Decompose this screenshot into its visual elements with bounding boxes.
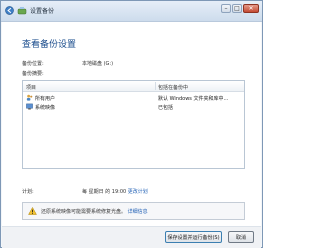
close-button[interactable]: ✕ xyxy=(243,4,259,13)
backup-location-value: 本地磁盘 (G:) xyxy=(82,61,114,67)
dialog-footer: 保存设置并运行备份(S) 取消 xyxy=(2,226,261,248)
title-bar[interactable]: 设置备份 – □ ✕ xyxy=(1,1,262,22)
list-item[interactable]: 系统映像 已包括 xyxy=(23,102,244,111)
page-title: 查看备份设置 xyxy=(22,40,77,50)
warning-icon xyxy=(28,207,37,215)
backup-app-icon xyxy=(17,7,27,15)
warning-message: 还原系统映像可能需要系统修复光盘。 详细信息 xyxy=(41,208,148,215)
cancel-button[interactable]: 取消 xyxy=(228,231,254,243)
save-and-run-backup-button[interactable]: 保存设置并运行备份(S) xyxy=(165,231,222,243)
change-schedule-link[interactable]: 更改计划 xyxy=(128,189,148,195)
backup-setup-window: 设置备份 – □ ✕ 查看备份设置 备份位置: 本地磁盘 (G:) 备份摘要: … xyxy=(0,0,263,248)
system-image-icon xyxy=(26,103,33,110)
warning-banner: 还原系统映像可能需要系统修复光盘。 详细信息 xyxy=(22,202,245,220)
column-divider[interactable] xyxy=(155,82,156,90)
window-controls: – □ ✕ xyxy=(221,4,259,13)
window-title: 设置备份 xyxy=(30,8,55,15)
list-header: 项目 包括在备份中 xyxy=(23,81,244,92)
list-item[interactable]: 所有用户 默认 Windows 文件夹和库中... xyxy=(23,93,244,102)
backup-summary-list[interactable]: 项目 包括在备份中 所有用户 默认 Windows 文件夹和库中... 系统映像… xyxy=(22,80,245,169)
schedule-label: 计划: xyxy=(22,189,34,195)
main-content: 查看备份设置 备份位置: 本地磁盘 (G:) 备份摘要: 项目 包括在备份中 所… xyxy=(2,22,261,226)
column-header-item[interactable]: 项目 xyxy=(26,84,36,91)
minimize-button[interactable]: – xyxy=(221,4,231,13)
list-item-name: 系统映像 xyxy=(35,105,56,111)
warning-text: 还原系统映像可能需要系统修复光盘。 xyxy=(41,209,127,215)
users-icon xyxy=(26,94,33,101)
column-header-included[interactable]: 包括在备份中 xyxy=(158,84,188,91)
schedule-value: 每 星期日 的 19:00 xyxy=(82,189,127,195)
back-arrow-icon[interactable] xyxy=(5,6,14,15)
list-item-status: 默认 Windows 文件夹和库中... xyxy=(158,96,229,102)
maximize-button[interactable]: □ xyxy=(232,4,242,13)
list-item-name: 所有用户 xyxy=(35,96,56,102)
more-info-link[interactable]: 详细信息 xyxy=(128,209,148,215)
schedule-row: 每 星期日 的 19:00 更改计划 xyxy=(82,188,148,195)
list-item-status: 已包括 xyxy=(158,105,174,111)
backup-location-label: 备份位置: xyxy=(22,61,44,67)
backup-summary-label: 备份摘要: xyxy=(22,71,44,77)
